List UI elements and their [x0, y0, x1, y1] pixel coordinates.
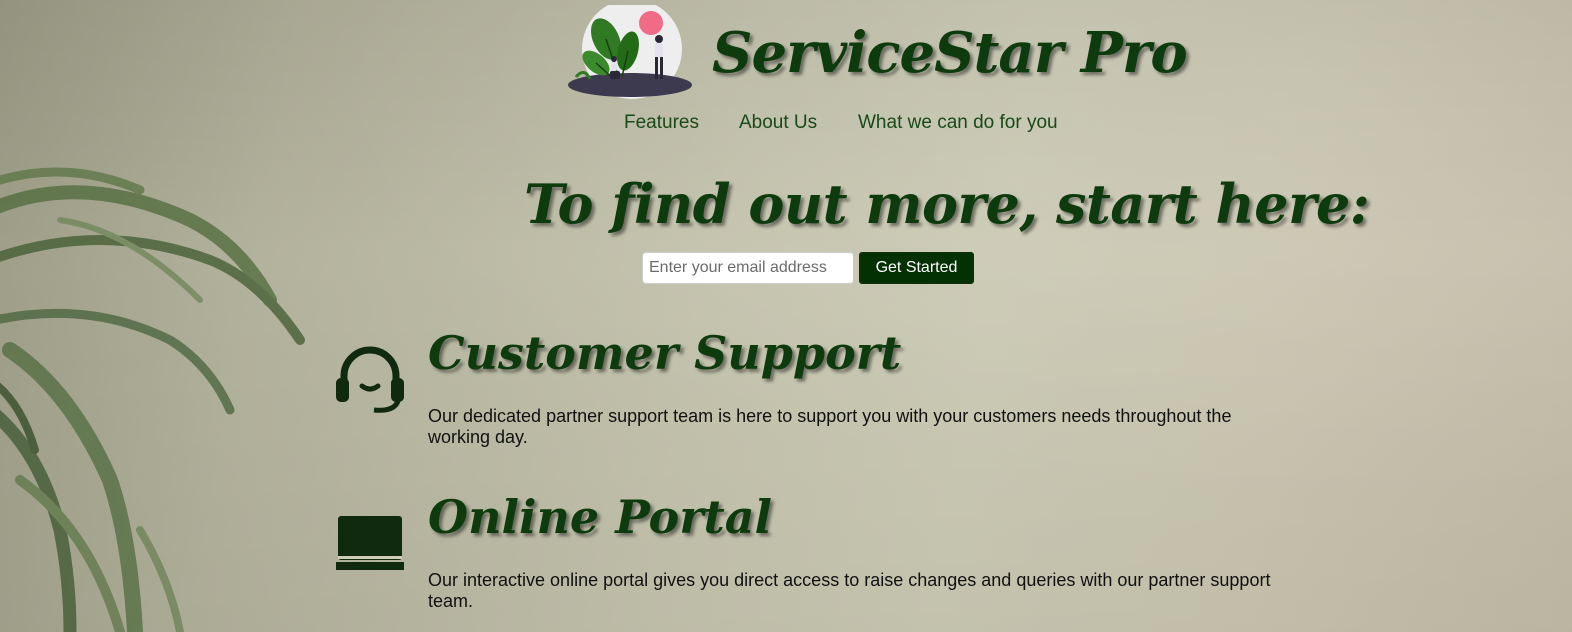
- feature-description: Our dedicated partner support team is he…: [428, 406, 1232, 447]
- get-started-button[interactable]: Get Started: [859, 252, 974, 284]
- hero-title: To find out more, start here:: [524, 172, 1370, 236]
- nav-item-about-us[interactable]: About Us: [739, 112, 817, 134]
- feature-title: Online Portal: [428, 490, 772, 544]
- brand-name: ServiceStar Pro: [712, 20, 1188, 86]
- laptop-icon: [336, 516, 404, 570]
- feature-description: Our interactive online portal gives you …: [428, 570, 1271, 611]
- nav-item-what-we-can-do[interactable]: What we can do for you: [858, 112, 1058, 134]
- background-plant-image: [0, 167, 305, 632]
- nav-item-features[interactable]: Features: [624, 112, 699, 134]
- feature-title: Customer Support: [428, 326, 902, 380]
- people-with-plants-illustration-icon[interactable]: [566, 5, 694, 99]
- email-input[interactable]: [642, 252, 854, 284]
- headset-icon: [336, 346, 404, 413]
